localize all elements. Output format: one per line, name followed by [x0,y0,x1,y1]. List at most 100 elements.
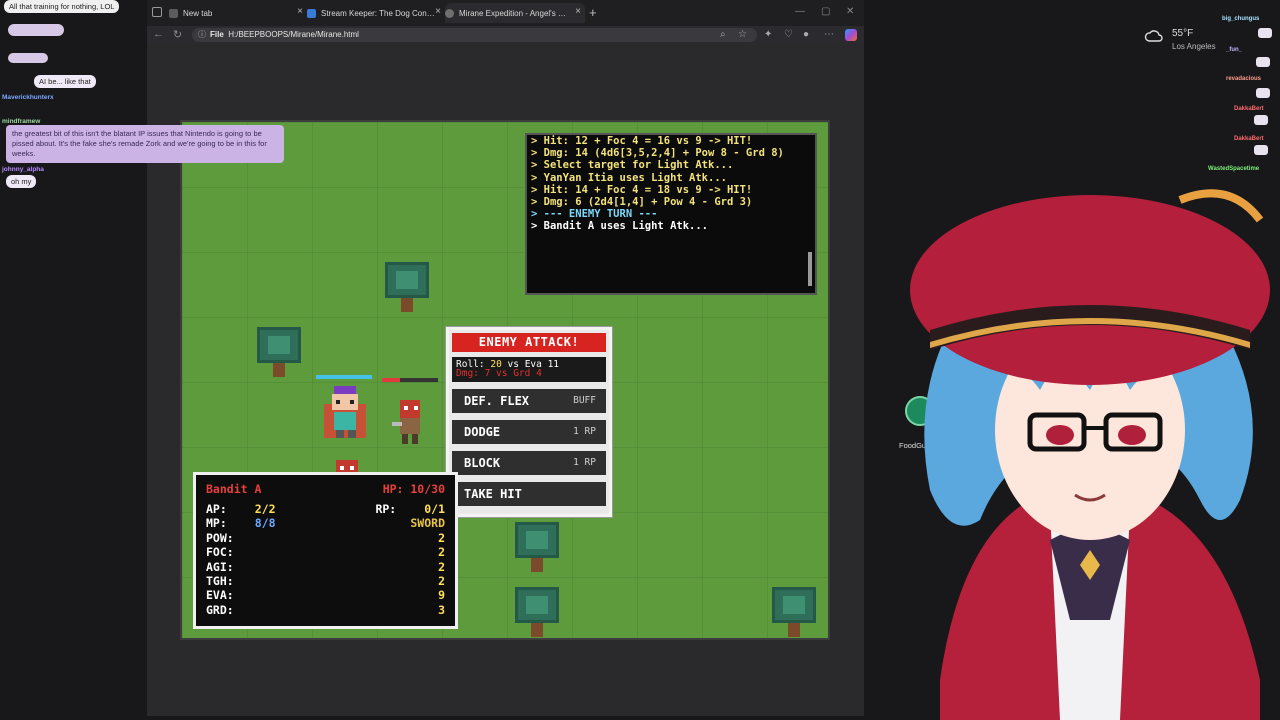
stat-label: TGH: [206,573,234,588]
chat-message: AI be... like that [34,75,96,88]
tree [385,262,429,314]
weather-widget: 55°F Los Angeles [1144,28,1216,51]
log-line: > Bandit A uses Light Atk... [531,220,709,233]
chat-username: _fun_ [1226,47,1243,53]
favorites-icon[interactable]: ♡ [784,29,793,40]
block-button[interactable]: BLOCK 1 RP [452,451,606,475]
bandit-sprite [392,400,420,444]
stat-value: 2 [438,559,445,574]
stream-chat: All that training for nothing, LOL AI be… [0,0,290,200]
dodge-button[interactable]: DODGE 1 RP [452,420,606,444]
enemy-attack-panel: ENEMY ATTACK! Roll: 20 vs Eva 11 Dmg: 7 … [446,327,612,517]
log-line: > YanYan Itia uses Light Atk... [531,171,727,184]
weather-city: Los Angeles [1172,42,1216,51]
option-label: DODGE [464,425,501,439]
chat-username: DakkaBert [1234,136,1264,142]
stat-row: EVA: 9 [206,588,445,602]
tree [257,327,301,379]
new-tab-icon[interactable]: + [589,5,597,20]
player-hp-bar [316,375,372,379]
enemy-attack-title: ENEMY ATTACK! [452,333,606,352]
stat-value: 3 [438,602,445,617]
chat-message: the greatest bit of this isn't the blata… [6,125,284,163]
unit-hp: HP: 10/30 [382,482,445,496]
def-flex-button[interactable]: DEF. FLEX BUFF [452,389,606,413]
cloud-moon-icon [1144,30,1163,42]
profile-icon[interactable]: ● [803,29,809,40]
close-icon[interactable]: × [575,7,581,17]
stat-row: AGI: 2 [206,560,445,574]
close-icon[interactable]: × [297,7,303,17]
option-cost: 1 RP [573,457,596,468]
chat-message: oh my [6,175,37,188]
scroll-thumb[interactable] [808,252,812,286]
combat-log[interactable]: > ------ > Hit: 12 + Foc 4 = 16 vs 9 -> … [525,133,817,295]
log-line: > Dmg: 14 (4d6[3,5,2,4] + Pow 8 - Grd 8) [531,147,784,160]
ap-label: AP: [206,502,227,516]
more-icon[interactable]: ⋯ [824,29,834,40]
stat-value: 9 [438,588,445,603]
player-unit[interactable] [322,384,368,442]
stat-value: 2 [438,530,445,545]
log-scrollbar[interactable] [807,137,813,291]
option-cost: BUFF [573,395,596,406]
chat-emote [1256,57,1270,67]
tab-stream-keeper[interactable]: Stream Keeper: The Dog Control × [307,3,445,23]
rp-label: RP: [375,502,397,516]
chat-message: All that training for nothing, LOL [4,0,120,13]
tab-mirane[interactable]: Mirane Expedition - Angel's Swor × [445,3,585,23]
option-cost: 1 RP [573,426,596,437]
option-label: TAKE HIT [464,487,522,501]
stat-label: GRD: [206,602,234,617]
star-icon[interactable]: ☆ [738,29,747,40]
dmg-line: Dmg: 7 vs Grd 4 [456,368,542,379]
chat-emotes [8,24,64,36]
weapon-label: SWORD [410,516,445,531]
mp-label: MP: [206,516,227,531]
chat-emote [1254,115,1268,125]
stat-label: FOC: [206,545,234,560]
vtuber-avatar [910,189,1270,720]
chat-username: big_chungus [1222,16,1260,22]
stat-row: POW: 2 [206,531,445,545]
close-icon[interactable]: × [435,7,441,17]
minimize-icon[interactable]: — [795,6,805,17]
tab-label: Mirane Expedition - Angel's Swor [459,8,571,18]
close-window-icon[interactable]: ✕ [846,6,854,17]
bandit-unit[interactable] [390,398,430,446]
tree [515,587,559,638]
log-lines: > Hit: 12 + Foc 4 = 16 vs 9 -> HIT! > Dmg… [531,135,801,233]
option-label: DEF. FLEX [464,394,530,408]
ap-value: 2/2 [254,502,276,516]
chat-username: DakkaBert [1234,106,1264,112]
tree [772,587,816,638]
player-sprite [324,386,366,438]
chat-username: revadacious [1226,76,1262,82]
stat-value: 2 [438,545,445,560]
stat-row: FOC: 2 [206,545,445,559]
chat-username: mindframew [2,118,41,125]
option-label: BLOCK [464,456,501,470]
globe-icon [307,8,316,18]
chat-emotes [8,53,48,63]
globe-icon [445,8,454,18]
maximize-icon[interactable]: ▢ [821,6,830,17]
tab-label: Stream Keeper: The Dog Control [321,8,435,18]
weather-temp: 55°F [1172,28,1194,39]
desktop-stage: New tab × Stream Keeper: The Dog Control… [0,0,1280,720]
take-hit-button[interactable]: TAKE HIT [452,482,606,506]
log-line: > Select target for Light Atk... [531,159,734,172]
log-line: > Hit: 12 + Foc 4 = 16 vs 9 -> HIT! [531,135,753,147]
chat-username: johnny_alpha [2,166,44,173]
tree [515,522,559,574]
chat-emote [1256,88,1270,98]
extension-icon[interactable]: ✦ [764,29,772,40]
rp-value: 0/1 [424,502,445,516]
zoom-icon[interactable]: ⌕ [720,29,726,40]
stat-label: EVA: [206,588,234,603]
log-line: > Hit: 14 + Foc 4 = 18 vs 9 -> HIT! [531,183,753,196]
chat-emote [1258,28,1272,38]
stat-value: 2 [438,573,445,588]
enemy-hp-bar [382,378,438,382]
copilot-icon[interactable] [845,29,857,41]
